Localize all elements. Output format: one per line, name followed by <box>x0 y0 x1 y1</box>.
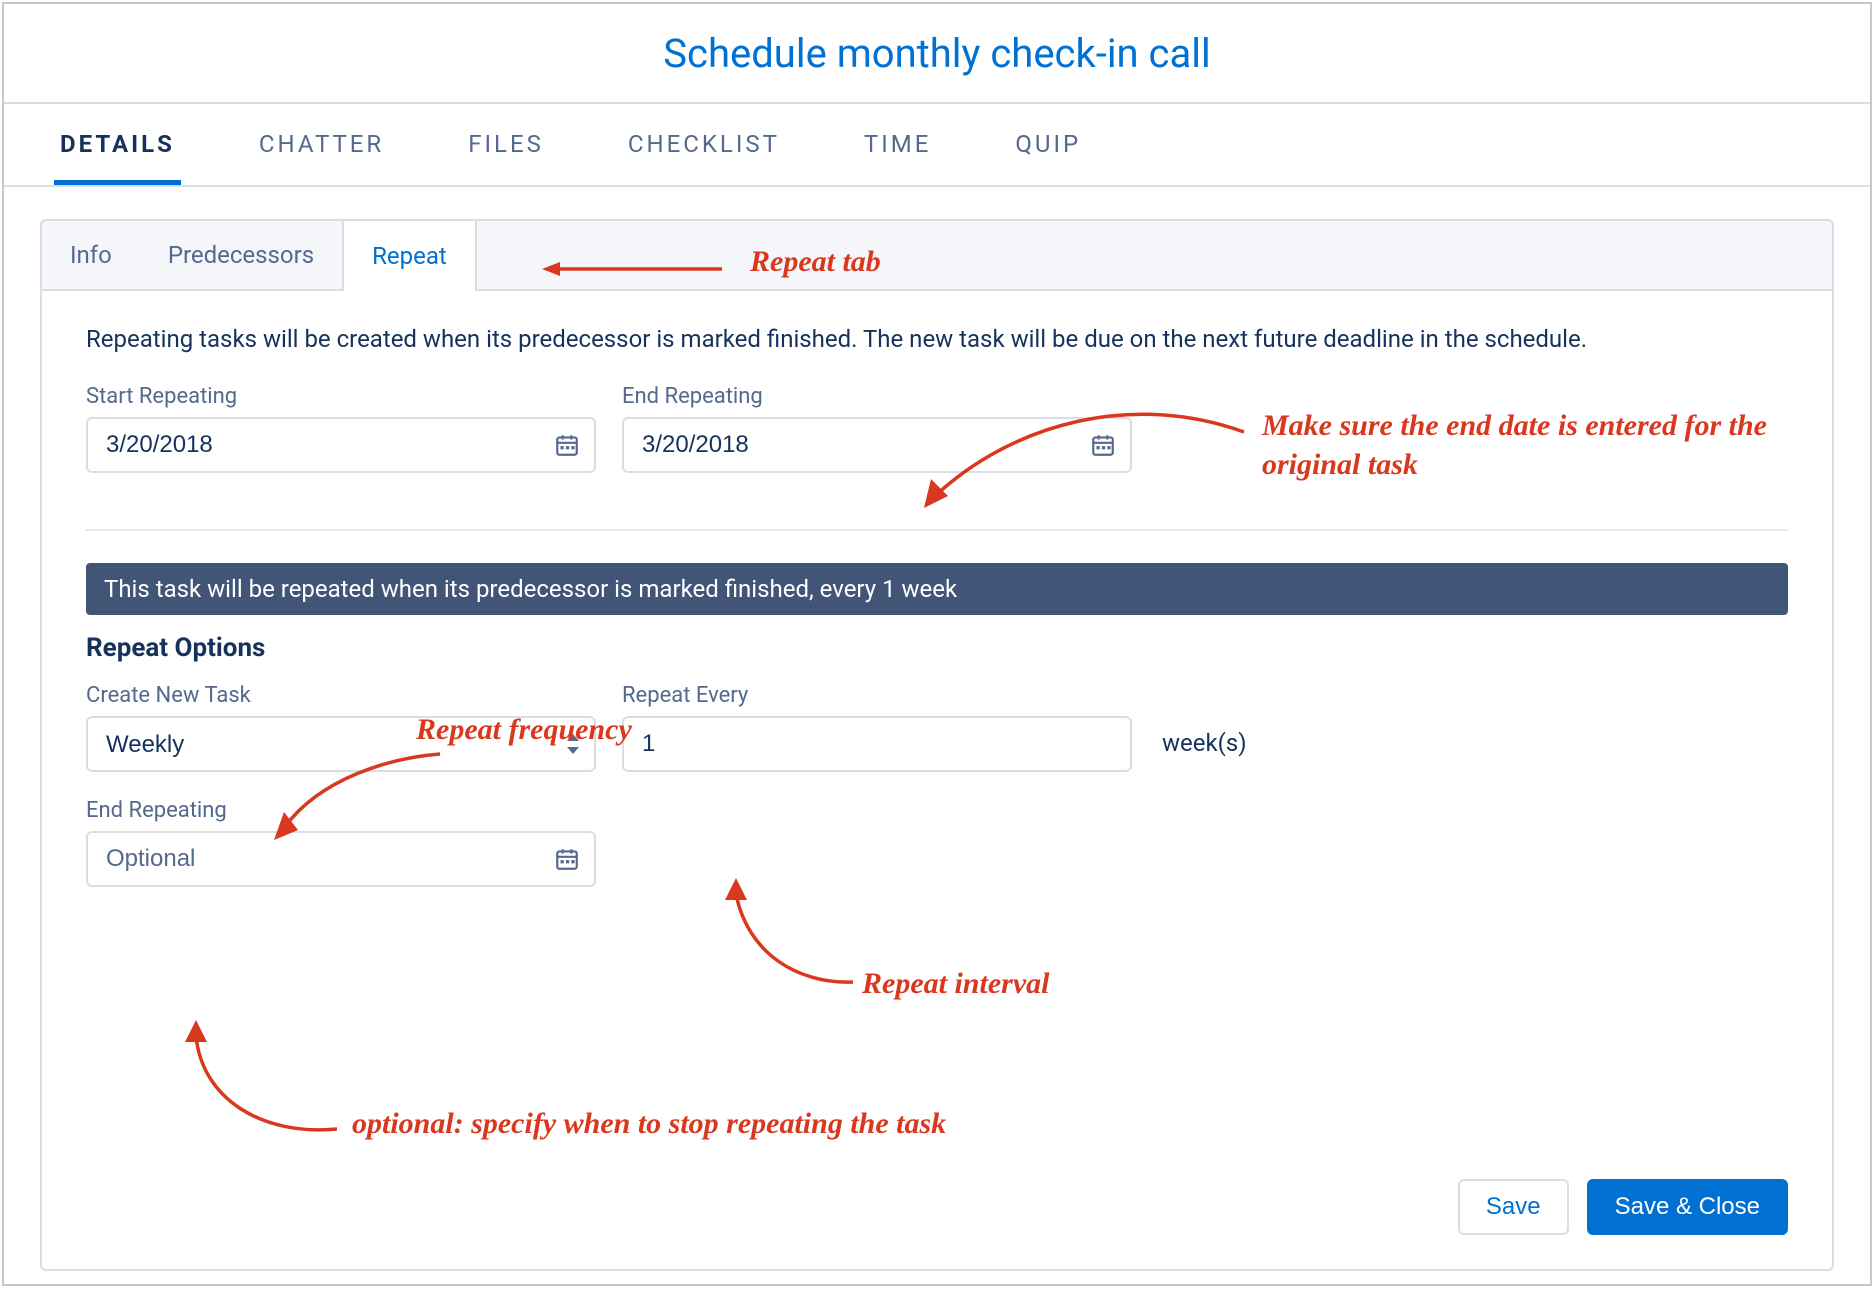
end-repeating-top-input[interactable] <box>622 417 1132 473</box>
repeat-description: Repeating tasks will be created when its… <box>86 321 1788 358</box>
create-new-task-select-wrap: Weekly <box>86 716 596 772</box>
repeat-every-label: Repeat Every <box>622 683 1132 708</box>
end-repeating-bottom-input[interactable] <box>86 831 596 887</box>
end-repeating-bottom-field: End Repeating <box>86 798 596 887</box>
tab-chatter[interactable]: CHATTER <box>253 104 390 185</box>
footer-buttons: Save Save & Close <box>1458 1179 1788 1235</box>
start-repeating-label: Start Repeating <box>86 384 596 409</box>
app-window: Schedule monthly check-in call DETAILS C… <box>2 2 1872 1286</box>
create-new-task-label: Create New Task <box>86 683 596 708</box>
calendar-icon[interactable] <box>554 846 580 872</box>
title-bar: Schedule monthly check-in call <box>4 4 1870 104</box>
repeat-summary-banner: This task will be repeated when its pred… <box>86 563 1788 615</box>
repeat-every-field: Repeat Every <box>622 683 1132 772</box>
repeat-every-units: week(s) <box>1158 699 1247 757</box>
main-tab-bar: DETAILS CHATTER FILES CHECKLIST TIME QUI… <box>4 104 1870 187</box>
divider <box>86 529 1788 531</box>
frequency-row: Create New Task Weekly Repeat Every <box>86 683 1788 772</box>
tab-time[interactable]: TIME <box>858 104 937 185</box>
create-new-task-field: Create New Task Weekly <box>86 683 596 772</box>
subtab-predecessors[interactable]: Predecessors <box>140 221 342 289</box>
repeat-panel: Repeating tasks will be created when its… <box>40 291 1834 1271</box>
repeat-every-input-wrap <box>622 716 1132 772</box>
page-title: Schedule monthly check-in call <box>663 30 1210 77</box>
subtab-repeat[interactable]: Repeat <box>342 221 477 291</box>
tab-details[interactable]: DETAILS <box>54 104 181 185</box>
end-repeating-top-input-wrap <box>622 417 1132 473</box>
create-new-task-select[interactable]: Weekly <box>86 716 596 772</box>
content-area: Info Predecessors Repeat Repeating tasks… <box>4 187 1870 1271</box>
end-repeating-bottom-label: End Repeating <box>86 798 596 823</box>
tab-files[interactable]: FILES <box>462 104 550 185</box>
sub-tab-bar: Info Predecessors Repeat <box>40 219 1834 291</box>
tab-quip[interactable]: QUIP <box>1009 104 1087 185</box>
end-repeating-top-label: End Repeating <box>622 384 1132 409</box>
start-repeating-input[interactable] <box>86 417 596 473</box>
end-repeating-top-field: End Repeating <box>622 384 1132 473</box>
save-button[interactable]: Save <box>1458 1179 1569 1235</box>
subtab-info[interactable]: Info <box>42 221 140 289</box>
end-repeating-bottom-input-wrap <box>86 831 596 887</box>
chevron-up-down-icon <box>566 732 580 756</box>
date-row: Start Repeating End Repeating <box>86 384 1788 473</box>
repeat-every-input[interactable] <box>622 716 1132 772</box>
tab-checklist[interactable]: CHECKLIST <box>622 104 786 185</box>
start-repeating-input-wrap <box>86 417 596 473</box>
repeat-options-title: Repeat Options <box>86 633 1788 663</box>
end-bottom-row: End Repeating <box>86 798 1788 887</box>
calendar-icon[interactable] <box>554 432 580 458</box>
start-repeating-field: Start Repeating <box>86 384 596 473</box>
save-close-button[interactable]: Save & Close <box>1587 1179 1788 1235</box>
calendar-icon[interactable] <box>1090 432 1116 458</box>
